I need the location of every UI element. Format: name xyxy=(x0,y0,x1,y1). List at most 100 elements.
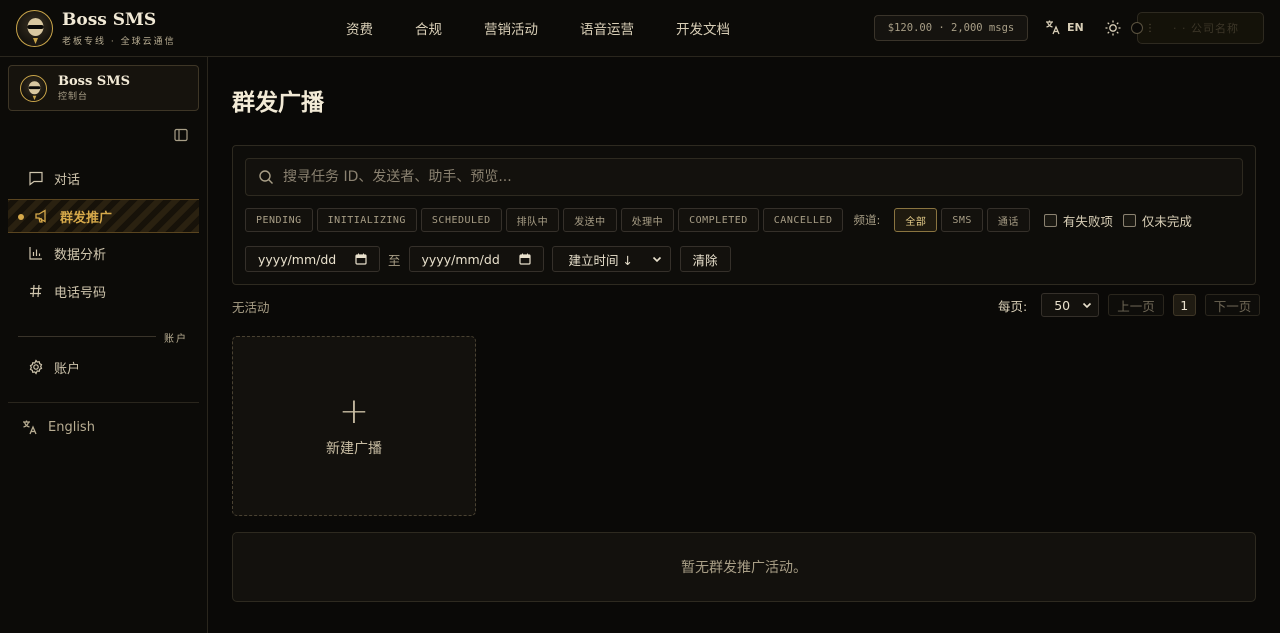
brand-subtitle: 老板专线 · 全球云通信 xyxy=(62,37,176,47)
sidebar-item-label: 数据分析 xyxy=(54,247,107,263)
active-indicator xyxy=(18,214,24,220)
chip-scheduled[interactable]: SCHEDULED xyxy=(420,208,502,232)
per-page-value: 50 xyxy=(1054,297,1071,313)
checkbox-label: 仅未完成 xyxy=(1141,213,1192,229)
chip-processing[interactable]: 处理中 xyxy=(620,208,675,232)
result-status: 无活动 xyxy=(232,300,270,315)
section-label-account: 账户 xyxy=(164,334,188,345)
language-switch[interactable]: EN xyxy=(1045,19,1084,35)
hash-icon xyxy=(30,284,42,298)
console-card[interactable]: Boss SMS 控制台 xyxy=(8,65,199,111)
date-to-input[interactable]: yyyy/mm/dd xyxy=(408,246,544,272)
toggle-knob xyxy=(1131,22,1143,34)
pagination: 每页: 50 上一页 1 下一页 xyxy=(998,293,1261,317)
chip-channel-sms[interactable]: SMS xyxy=(941,208,983,232)
sidebar-item-phone-numbers[interactable]: 电话号码 xyxy=(8,274,199,308)
new-broadcast-label: 新建广播 xyxy=(326,441,382,457)
chip-channel-call[interactable]: 通话 xyxy=(986,208,1030,232)
user-name: · · 公司名称 xyxy=(1173,22,1239,35)
console-logo-icon xyxy=(20,74,47,102)
checkbox-has-failures[interactable]: 有失败项 xyxy=(1043,211,1113,230)
checkbox-label: 有失败项 xyxy=(1062,213,1113,229)
per-page-select[interactable]: 50 xyxy=(1041,293,1100,317)
logo-icon xyxy=(16,10,53,47)
sidebar-toggle-icon xyxy=(174,128,188,142)
brand[interactable]: Boss SMS 老板专线 · 全球云通信 xyxy=(16,10,176,47)
date-separator: 至 xyxy=(388,252,401,268)
nav-marketing[interactable]: 营销活动 xyxy=(484,18,538,38)
translate-icon xyxy=(23,420,37,435)
date-to-value: yyyy/mm/dd xyxy=(421,251,500,267)
checkbox-box[interactable] xyxy=(1043,213,1057,227)
sidebar-item-label: 账户 xyxy=(54,361,81,377)
sun-icon xyxy=(1105,20,1121,36)
next-page-button[interactable]: 下一页 xyxy=(1204,294,1261,316)
sort-value: 建立时间 ↓ xyxy=(568,252,633,268)
chip-completed[interactable]: COMPLETED xyxy=(678,208,759,232)
search-box[interactable] xyxy=(245,158,1243,196)
search-icon xyxy=(259,170,273,184)
chat-icon xyxy=(29,171,43,186)
nav-voice[interactable]: 语音运营 xyxy=(580,18,634,38)
console-title: Boss SMS xyxy=(58,74,130,89)
gear-icon xyxy=(29,359,43,375)
date-from-input[interactable]: yyyy/mm/dd xyxy=(245,246,380,272)
current-page[interactable]: 1 xyxy=(1172,294,1196,316)
drag-handle-icon: ⋮ xyxy=(1145,22,1155,34)
chip-channel-all[interactable]: 全部 xyxy=(894,208,938,232)
chip-pending[interactable]: PENDING xyxy=(245,208,313,232)
console-subtitle: 控制台 xyxy=(58,92,89,102)
nav-pricing[interactable]: 资费 xyxy=(346,18,373,38)
search-input[interactable] xyxy=(283,169,1183,185)
bar-chart-icon xyxy=(29,247,42,260)
calendar-icon[interactable] xyxy=(355,253,367,265)
collapse-sidebar-button[interactable] xyxy=(174,128,188,146)
megaphone-icon xyxy=(35,209,46,223)
filter-panel: PENDING INITIALIZING SCHEDULED 排队中 发送中 处… xyxy=(232,145,1256,285)
calendar-icon[interactable] xyxy=(518,253,531,265)
brand-title: Boss SMS xyxy=(62,10,157,30)
sidebar-language-switch[interactable]: English xyxy=(22,419,95,435)
channel-label: 频道: xyxy=(853,213,881,227)
sidebar-item-broadcast[interactable]: 群发推广 xyxy=(8,199,199,233)
chevron-down-icon xyxy=(1083,302,1092,309)
language-label: English xyxy=(48,419,95,435)
chip-sending[interactable]: 发送中 xyxy=(563,208,617,232)
sidebar-item-analytics[interactable]: 数据分析 xyxy=(8,236,199,270)
sidebar: Boss SMS 控制台 对话 群发推广 数据分析 电话号码 账户 账户 Eng… xyxy=(0,57,208,633)
language-code: EN xyxy=(1067,20,1084,34)
nav-compliance[interactable]: 合规 xyxy=(415,18,442,38)
empty-state: 暂无群发推广活动。 xyxy=(232,532,1256,602)
chevron-down-icon xyxy=(652,256,661,263)
chip-initializing[interactable]: INITIALIZING xyxy=(316,208,417,232)
checkbox-box[interactable] xyxy=(1122,213,1136,227)
checkbox-incomplete-only[interactable]: 仅未完成 xyxy=(1122,211,1192,230)
plus-icon: + xyxy=(338,391,370,432)
sidebar-item-conversations[interactable]: 对话 xyxy=(8,161,199,195)
balance-badge[interactable]: $120.00 · 2,000 msgs xyxy=(874,15,1028,41)
date-from-value: yyyy/mm/dd xyxy=(258,251,337,267)
user-menu-button[interactable]: ⋮ · · 公司名称 xyxy=(1131,12,1264,44)
main-content: 群发广播 PENDING INITIALIZING SCHEDULED 排队中 … xyxy=(208,57,1280,633)
translate-icon xyxy=(1046,20,1060,35)
chip-queued[interactable]: 排队中 xyxy=(505,208,560,232)
sidebar-item-label: 对话 xyxy=(54,172,81,188)
sidebar-item-label: 群发推广 xyxy=(60,210,113,226)
theme-toggle[interactable] xyxy=(1104,19,1122,41)
status-filter-chips: PENDING INITIALIZING SCHEDULED 排队中 发送中 处… xyxy=(245,208,1192,232)
prev-page-button[interactable]: 上一页 xyxy=(1108,294,1164,316)
nav-docs[interactable]: 开发文档 xyxy=(676,18,730,38)
sort-select[interactable]: 建立时间 ↓ xyxy=(551,246,671,272)
new-broadcast-card[interactable]: + 新建广播 xyxy=(232,336,476,516)
section-divider xyxy=(18,336,156,337)
sidebar-item-label: 电话号码 xyxy=(54,285,107,301)
top-nav: 资费 合规 营销活动 语音运营 开发文档 xyxy=(346,18,772,38)
sidebar-divider xyxy=(8,402,199,403)
date-sort-row: yyyy/mm/dd 至 yyyy/mm/dd 建立时间 ↓ 清除 xyxy=(245,246,731,272)
clear-filters-button[interactable]: 清除 xyxy=(679,246,731,272)
chip-cancelled[interactable]: CANCELLED xyxy=(762,208,844,232)
top-bar: Boss SMS 老板专线 · 全球云通信 资费 合规 营销活动 语音运营 开发… xyxy=(0,0,1280,57)
sidebar-item-account[interactable]: 账户 xyxy=(8,350,199,384)
page-title: 群发广播 xyxy=(232,90,324,116)
per-page-label: 每页: xyxy=(998,298,1028,314)
